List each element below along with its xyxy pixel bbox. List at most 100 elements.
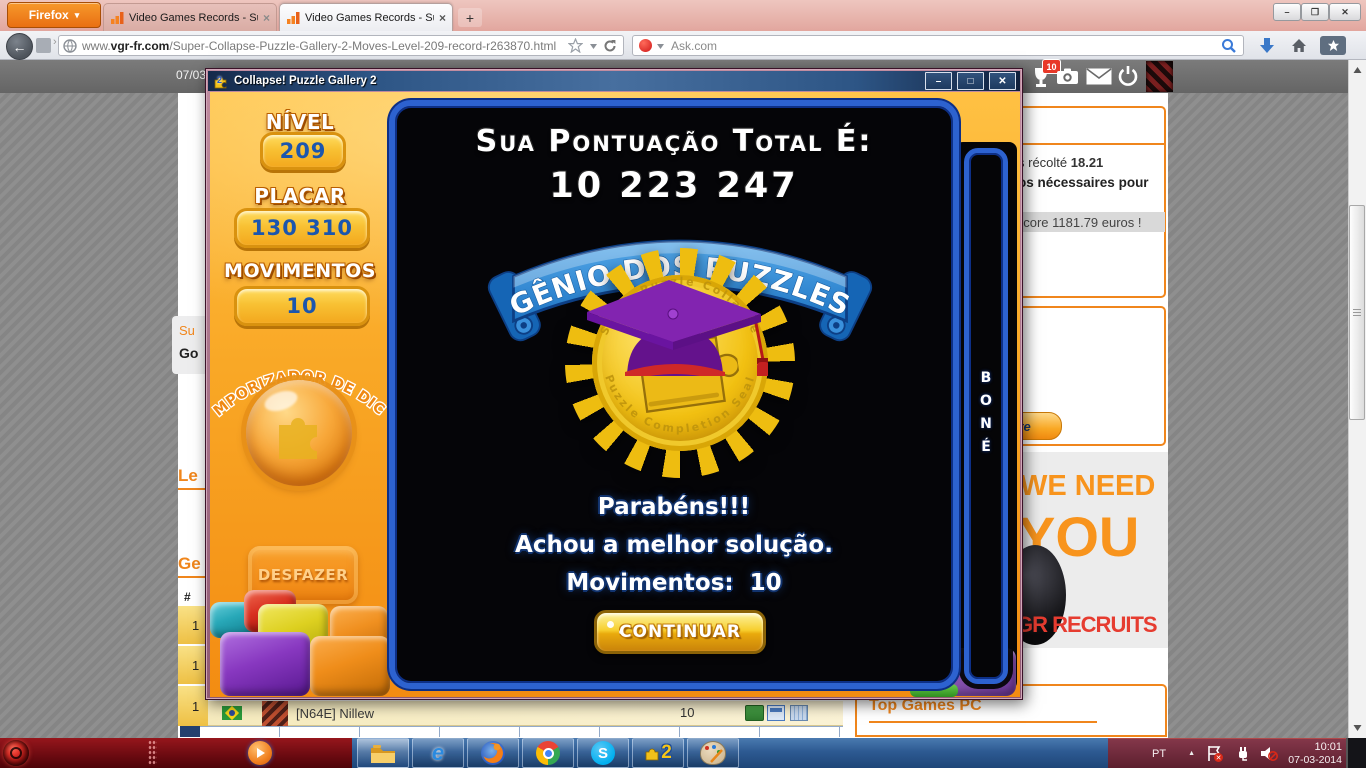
game-minimize-button[interactable]: –: [925, 72, 952, 90]
bonus-bar: BONÉ: [964, 148, 1008, 684]
game-maximize-button[interactable]: □: [957, 72, 984, 90]
back-button[interactable]: ←: [6, 33, 33, 60]
window-maximize-button[interactable]: ❐: [1301, 3, 1329, 21]
recruit-banner[interactable]: WE NEED YOU GR RECRUITS: [1014, 452, 1168, 648]
player-name[interactable]: [N64E] Nillew: [296, 706, 374, 721]
action-center-flag-icon[interactable]: ✕: [1206, 745, 1222, 767]
best-solution-text: Achou a melhor solução.: [395, 532, 953, 558]
sparkle-icon: [619, 630, 623, 634]
scrollbar-up-icon[interactable]: [1353, 66, 1362, 74]
recruit-line1: WE NEED: [1020, 470, 1155, 503]
bookmarks-menu-icon[interactable]: [1320, 36, 1346, 55]
power-icon[interactable]: [1117, 64, 1139, 87]
heading-underline: [178, 488, 205, 490]
taskbar-button-paint[interactable]: [687, 738, 739, 768]
page-margin-left: [0, 93, 178, 738]
show-hidden-icons[interactable]: ▲: [1188, 750, 1195, 757]
ie-logo-glyph: e: [432, 740, 444, 766]
congrats-text: Parabéns!!!: [395, 494, 953, 520]
taskbar: e S 2 PT ▲: [0, 738, 1366, 768]
taskbar-button-puzzle-game[interactable]: 2: [632, 738, 684, 768]
system-tray: PT ▲ ✕ 10:01 07-03-2014: [1108, 738, 1346, 768]
game-window-icon: 2: [213, 74, 228, 89]
search-bar[interactable]: Ask.com: [632, 35, 1244, 56]
start-button[interactable]: [3, 740, 29, 766]
taskbar-button-chrome[interactable]: [522, 738, 574, 768]
tab-close-icon[interactable]: ×: [439, 11, 446, 25]
search-engine-dropdown-icon[interactable]: [656, 42, 665, 50]
game-window-titlebar[interactable]: 2 Collapse! Puzzle Gallery 2 – □ ✕: [208, 71, 1020, 91]
firefox-menu-button[interactable]: Firefox ▾: [7, 2, 101, 28]
game-content: NÍVEL 209 PLACAR 130 310 MOVIMENTOS 10 T…: [210, 92, 1020, 697]
proof-icon[interactable]: [745, 705, 764, 721]
downloads-icon[interactable]: [1258, 37, 1276, 55]
taskbar-left-zone: [0, 738, 352, 768]
show-desktop-button[interactable]: [1346, 738, 1366, 768]
scrollbar-down-icon[interactable]: [1353, 724, 1362, 732]
taskbar-button-internet-explorer[interactable]: e: [412, 738, 464, 768]
avatar[interactable]: [1146, 61, 1173, 92]
breadcrumb-chevron-icon: ›: [53, 36, 57, 48]
donation-box-divider: [1014, 143, 1166, 145]
level-value: 209: [260, 132, 346, 170]
camera-icon[interactable]: [1056, 67, 1080, 86]
page-heading-ge[interactable]: Ge: [178, 554, 201, 574]
taskbar-button-firefox[interactable]: [467, 738, 519, 768]
window-close-button[interactable]: ✕: [1329, 3, 1361, 21]
volume-muted-icon[interactable]: [1260, 745, 1278, 767]
scrollbar-thumb[interactable]: [1349, 205, 1365, 420]
url-bar[interactable]: www.vgr-fr.com/Super-Collapse-Puzzle-Gal…: [58, 35, 624, 56]
bonus-label: BONÉ: [978, 370, 994, 462]
hint-timer-ball[interactable]: [246, 380, 352, 486]
vgr-favicon: [110, 11, 124, 25]
sparkle-icon: [607, 621, 614, 628]
taskbar-button-explorer[interactable]: [357, 738, 409, 768]
page-icon[interactable]: [36, 38, 51, 53]
taskbar-separator-dots: [148, 740, 157, 766]
skype-logo-glyph: S: [591, 741, 615, 765]
total-score-label: Sua Pontuação Total É:: [395, 124, 953, 159]
globe-icon: [63, 39, 77, 53]
search-icon[interactable]: [1221, 38, 1237, 54]
calendar-icon[interactable]: [790, 705, 808, 721]
continue-button-label: CONTINUAR: [619, 622, 741, 642]
bookmark-star-icon[interactable]: [568, 38, 583, 53]
url-domain: vgr-fr.com: [111, 39, 170, 53]
vgr-favicon: [286, 11, 300, 25]
game-close-button[interactable]: ✕: [989, 72, 1016, 90]
page-heading-le[interactable]: Le: [178, 466, 198, 486]
tray-time: 10:01: [1314, 741, 1342, 753]
page-link-su[interactable]: Su: [179, 323, 195, 338]
language-indicator[interactable]: PT: [1152, 748, 1166, 760]
tab-2-label: Video Games Records - Super Collaps...: [305, 12, 434, 24]
puzzle-game-glyph: 2: [661, 742, 672, 764]
rank-cell: 1: [178, 686, 208, 726]
player-avatar: [262, 701, 288, 726]
url-dropdown-icon[interactable]: [589, 42, 598, 50]
power-plug-icon[interactable]: [1234, 745, 1251, 767]
mail-icon[interactable]: [1086, 68, 1112, 85]
tab-close-icon[interactable]: ×: [263, 11, 270, 25]
result-panel: Sua Pontuação Total É: 10 223 247: [389, 100, 959, 689]
purple-block[interactable]: [220, 632, 310, 696]
tray-clock[interactable]: 10:01 07-03-2014: [1284, 741, 1342, 767]
gold-seal-medal: Super Puzzle Collapse Puzzle Completion …: [565, 248, 795, 478]
donation-box: [1014, 106, 1166, 298]
record-row[interactable]: [N64E] Nillew 10: [208, 701, 843, 726]
heading-underline: [869, 721, 1097, 723]
tab-2-active[interactable]: Video Games Records - Super Collaps... ×: [279, 3, 453, 31]
taskbar-button-skype[interactable]: S: [577, 738, 629, 768]
rank-cell: 1: [178, 606, 208, 644]
screenshot-icon[interactable]: [767, 705, 785, 721]
window-minimize-button[interactable]: –: [1273, 3, 1301, 21]
rank-cell: 1: [178, 646, 208, 684]
home-icon[interactable]: [1290, 37, 1308, 55]
orange-block[interactable]: [310, 636, 390, 696]
reload-icon[interactable]: [603, 39, 617, 53]
game-window[interactable]: 2 Collapse! Puzzle Gallery 2 – □ ✕ NÍVEL…: [205, 68, 1023, 700]
new-tab-button[interactable]: +: [458, 8, 482, 27]
tab-1-label: Video Games Records - Super Collaps...: [129, 12, 258, 24]
continue-button[interactable]: CONTINUAR: [594, 610, 766, 654]
tab-1[interactable]: Video Games Records - Super Collaps... ×: [103, 3, 277, 31]
taskbar-button-media-player[interactable]: [232, 738, 288, 768]
